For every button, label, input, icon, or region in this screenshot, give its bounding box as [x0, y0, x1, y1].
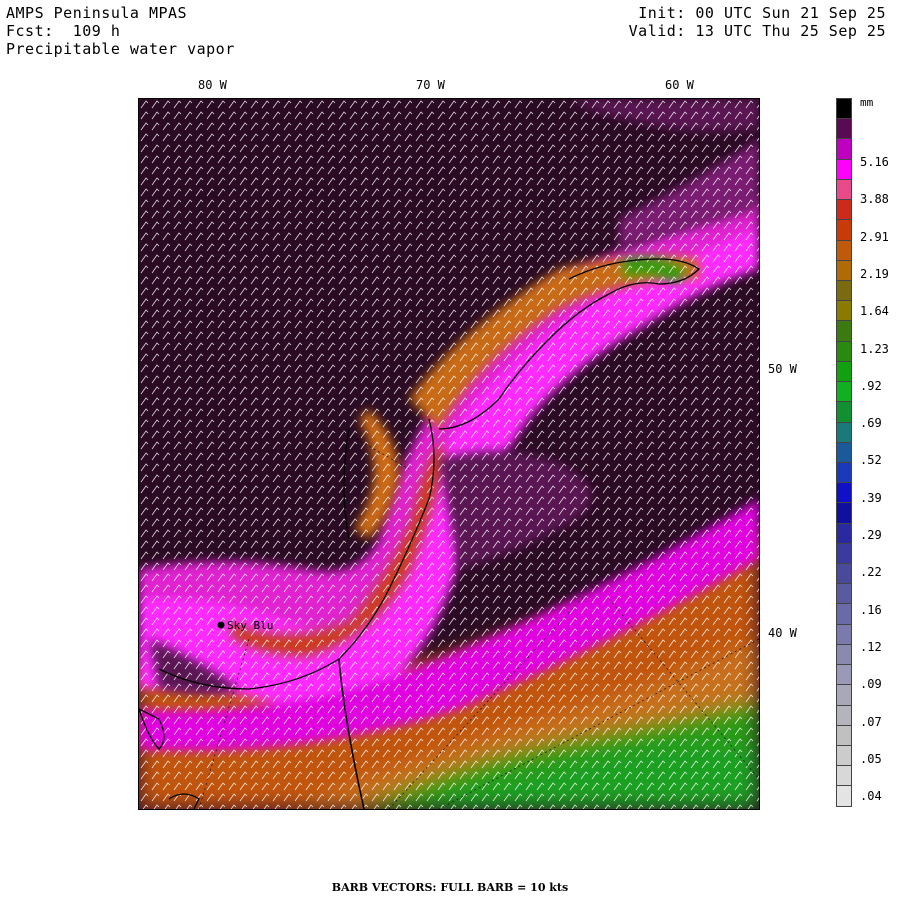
barb-footer: BARB VECTORS: FULL BARB = 10 kts	[331, 881, 569, 894]
colorbar-cell	[836, 441, 852, 462]
colorbar	[836, 98, 852, 807]
colorbar-tick-label: .22	[860, 565, 882, 580]
colorbar-cell	[836, 300, 852, 321]
colorbar-cell	[836, 502, 852, 523]
field-name: Precipitable water vapor	[6, 40, 235, 58]
colorbar-cell	[836, 643, 852, 665]
colorbar-tick-label: .39	[860, 490, 882, 505]
colorbar-cell	[836, 219, 852, 240]
map-canvas: Sky Blu	[139, 99, 759, 809]
lon-label-80w: 80 W	[198, 78, 227, 92]
valid-time: Valid: 13 UTC Thu 25 Sep 25	[628, 22, 886, 40]
colorbar-cell	[836, 724, 852, 745]
colorbar-cell	[836, 239, 852, 260]
colorbar-cell	[836, 704, 852, 725]
colorbar-cell	[836, 340, 852, 361]
colorbar-tick-label: .07	[860, 714, 882, 729]
colorbar-cell	[836, 623, 852, 644]
colorbar-cell	[836, 583, 852, 604]
station-label: Sky Blu	[227, 619, 273, 632]
colorbar-tick-label: 3.88	[860, 192, 889, 207]
colorbar-cell	[836, 603, 852, 624]
colorbar-cell	[836, 461, 852, 483]
colorbar-tick-label: .29	[860, 528, 882, 542]
forecast-hour: Fcst: 109 h	[6, 22, 121, 40]
init-time: Init: 00 UTC Sun 21 Sep 25	[638, 4, 886, 22]
colorbar-cell	[836, 360, 852, 382]
lat-label-50w: 50 W	[768, 362, 797, 376]
colorbar-cell	[836, 158, 852, 179]
lat-label-40w: 40 W	[768, 626, 797, 640]
colorbar-tick-label: .16	[860, 602, 882, 617]
colorbar-cell	[836, 664, 852, 685]
colorbar-tick-label: .05	[860, 751, 882, 766]
colorbar-cell	[836, 482, 852, 503]
colorbar-tick-label: 5.16	[860, 155, 889, 169]
colorbar-tick-label: .69	[860, 416, 882, 431]
wind-barbs	[139, 99, 759, 809]
colorbar-cell	[836, 542, 852, 564]
colorbar-tick-label: .09	[860, 677, 882, 692]
colorbar-cell	[836, 320, 852, 341]
colorbar-cell	[836, 138, 852, 159]
colorbar-tick-label: 2.91	[860, 229, 889, 244]
colorbar-cell	[836, 381, 852, 402]
colorbar-cell	[836, 684, 852, 705]
lon-label-60w: 60 W	[665, 78, 694, 92]
colorbar-cell	[836, 522, 852, 543]
colorbar-tick-label: .52	[860, 453, 882, 468]
colorbar-cell	[836, 118, 852, 139]
colorbar-tick-label: .12	[860, 639, 882, 654]
colorbar-tick-label: 1.64	[860, 304, 889, 319]
colorbar-tick-label: 2.19	[860, 266, 889, 281]
colorbar-cell	[836, 785, 852, 807]
colorbar-cell	[836, 401, 852, 422]
colorbar-cell	[836, 259, 852, 280]
colorbar-cell	[836, 199, 852, 220]
colorbar-cell	[836, 421, 852, 442]
map-panel: Sky Blu	[138, 98, 760, 810]
colorbar-tick-label: 1.23	[860, 341, 889, 356]
colorbar-cell	[836, 178, 852, 200]
time-block: Init: 00 UTC Sun 21 Sep 25 Valid: 13 UTC …	[629, 4, 886, 40]
station-marker	[217, 621, 225, 629]
model-title: AMPS Peninsula MPAS	[6, 4, 188, 22]
colorbar-cell	[836, 765, 852, 786]
colorbar-cell	[836, 563, 852, 584]
lon-label-70w: 70 W	[416, 78, 445, 92]
colorbar-cell	[836, 98, 852, 119]
title-block: AMPS Peninsula MPAS Fcst: 109 h Precipitab…	[6, 4, 235, 58]
colorbar-unit: mm	[860, 96, 874, 109]
colorbar-cell	[836, 745, 852, 766]
colorbar-tick-label: .92	[860, 378, 882, 393]
colorbar-tick-label: .04	[860, 789, 882, 804]
colorbar-cell	[836, 279, 852, 301]
